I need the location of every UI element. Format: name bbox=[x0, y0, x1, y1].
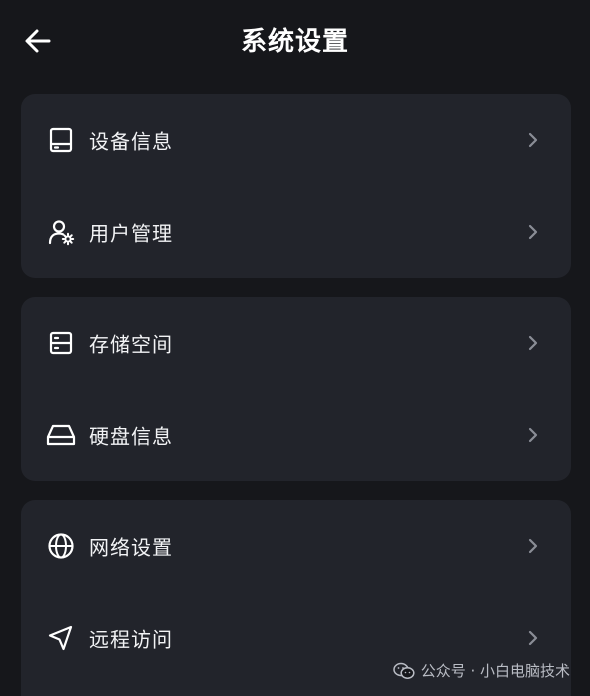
wechat-icon bbox=[392, 662, 415, 680]
chevron-right-icon bbox=[525, 628, 541, 648]
settings-item-network-settings[interactable]: 网络设置 bbox=[21, 500, 571, 592]
chevron-right-icon bbox=[525, 425, 541, 445]
settings-group-device: 设备信息 用户管理 bbox=[21, 94, 571, 278]
chevron-right-icon bbox=[525, 222, 541, 242]
page-title: 系统设置 bbox=[240, 27, 349, 57]
hard-disk-icon bbox=[46, 420, 76, 450]
settings-item-label: 存储空间 bbox=[89, 332, 173, 357]
settings-item-label: 硬盘信息 bbox=[89, 424, 173, 449]
settings-item-storage-space[interactable]: 存储空间 bbox=[21, 297, 571, 389]
chevron-right-icon bbox=[525, 333, 541, 353]
settings-item-hard-disk-info[interactable]: 硬盘信息 bbox=[21, 389, 571, 481]
chevron-right-icon bbox=[525, 536, 541, 556]
settings-item-label: 网络设置 bbox=[89, 535, 173, 560]
settings-item-device-info[interactable]: 设备信息 bbox=[21, 94, 571, 186]
globe-icon bbox=[46, 531, 76, 561]
send-icon bbox=[46, 623, 76, 653]
watermark: 公众号 · 小白电脑技术 bbox=[392, 660, 570, 681]
settings-item-label: 用户管理 bbox=[89, 221, 173, 246]
header: 系统设置 bbox=[0, 0, 590, 84]
user-settings-icon bbox=[46, 217, 76, 247]
settings-group-storage: 存储空间 硬盘信息 bbox=[21, 297, 571, 481]
watermark-text: 公众号 · 小白电脑技术 bbox=[420, 662, 570, 680]
chevron-right-icon bbox=[525, 130, 541, 150]
settings-item-label: 远程访问 bbox=[89, 627, 173, 652]
settings-item-user-management[interactable]: 用户管理 bbox=[21, 186, 571, 278]
storage-icon bbox=[46, 328, 76, 358]
device-icon bbox=[46, 125, 76, 155]
settings-item-label: 设备信息 bbox=[89, 129, 173, 154]
